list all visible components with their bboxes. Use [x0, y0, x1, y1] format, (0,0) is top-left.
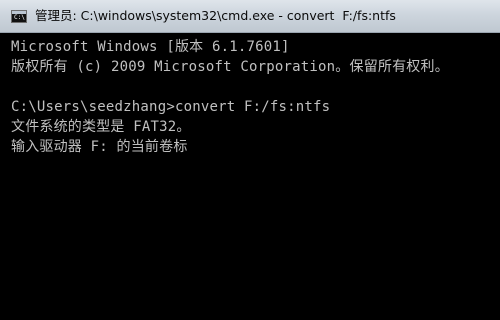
cmd-icon-glyph: C:\ [14, 14, 25, 21]
cmd-window: C:\ 管理员: C:\windows\system32\cmd.exe - c… [0, 0, 500, 320]
console-line-version: Microsoft Windows [版本 6.1.7601] [11, 39, 290, 55]
title-bar[interactable]: C:\ 管理员: C:\windows\system32\cmd.exe - c… [0, 0, 500, 33]
console-line-command: C:\Users\seedzhang>convert F:/fs:ntfs [11, 99, 331, 115]
cmd-icon[interactable]: C:\ [11, 10, 27, 23]
console-line-filesystem: 文件系统的类型是 FAT32。 [11, 119, 191, 135]
console-line-prompt-volume-label: 输入驱动器 F: 的当前卷标 [11, 139, 188, 155]
console-output[interactable]: Microsoft Windows [版本 6.1.7601] 版权所有 (c)… [0, 33, 500, 320]
console-line-copyright: 版权所有 (c) 2009 Microsoft Corporation。保留所有… [11, 59, 449, 75]
window-title: 管理员: C:\windows\system32\cmd.exe - conve… [35, 8, 396, 23]
